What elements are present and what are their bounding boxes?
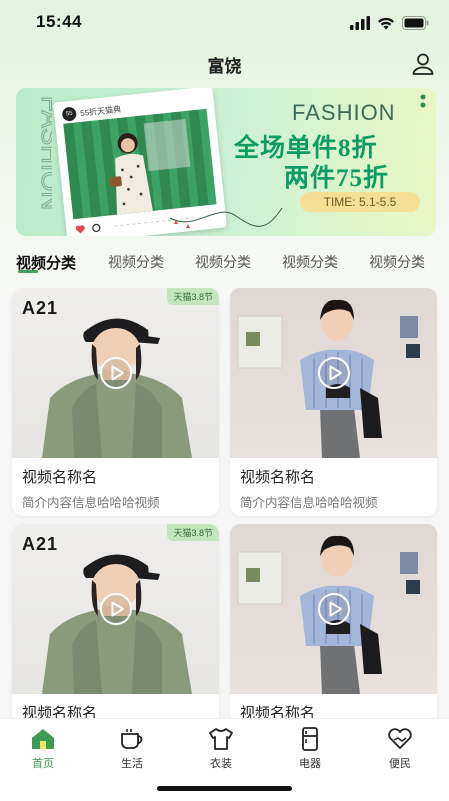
tabbar-label-home: 首页	[32, 758, 54, 770]
tabbar-item-home[interactable]: 首页	[13, 727, 73, 771]
video-thumbnail	[230, 288, 437, 458]
promo-banner[interactable]: FASHION 55 55折天猫典 FASHION 全场单件8折 两件75折 T…	[16, 88, 436, 236]
wifi-icon	[378, 17, 394, 30]
cellular-signal-icon	[350, 16, 370, 30]
tabbar-label-life: 生活	[121, 758, 143, 770]
svg-text:FASHION: FASHION	[36, 96, 52, 210]
card-description: 简介内容信息哈哈哈视频	[22, 496, 160, 510]
status-bar: 15:44	[0, 0, 449, 46]
video-card[interactable]: A21 天猫3.8节 视频名称名 简介内容信息哈哈哈视频	[12, 288, 219, 516]
user-profile-icon[interactable]	[409, 50, 437, 78]
tabbar-label-convenience: 便民	[389, 758, 411, 770]
play-icon[interactable]	[317, 356, 351, 390]
video-card[interactable]: 视频名称名 简介内容信息哈哈哈视频	[230, 288, 437, 516]
tab-video-category-3[interactable]: 视频分类	[195, 252, 251, 272]
status-icons	[350, 15, 429, 31]
heart-hands-icon	[388, 728, 412, 749]
video-thumbnail: A21 天猫3.8节	[12, 524, 219, 694]
tabbar-label-clothing: 衣装	[210, 758, 232, 770]
card-tag-badge: 天猫3.8节	[167, 288, 219, 305]
banner-fashion-heading: FASHION	[292, 100, 396, 125]
coffee-cup-icon	[121, 729, 143, 749]
play-icon[interactable]	[99, 356, 133, 390]
play-icon[interactable]	[99, 592, 133, 626]
home-indicator	[157, 786, 292, 791]
page-title: 富饶	[207, 57, 242, 76]
navigation-bar: 富饶	[0, 46, 449, 84]
banner-decorative-swirl	[169, 207, 283, 228]
video-thumbnail	[230, 524, 437, 694]
home-icon	[32, 729, 54, 749]
banner-photo-badge: 55	[61, 106, 77, 122]
tabbar-label-appliances: 电器	[299, 758, 321, 770]
tab-video-category-4[interactable]: 视频分类	[282, 252, 338, 272]
video-thumbnail: A21 天猫3.8节	[12, 288, 219, 458]
active-tab-indicator	[18, 270, 38, 273]
tab-video-category-2[interactable]: 视频分类	[108, 252, 164, 272]
tabbar-item-life[interactable]: 生活	[102, 727, 162, 771]
shirt-icon	[209, 728, 233, 750]
banner-dots-decoration	[420, 94, 426, 108]
banner-time-pill: TIME: 5.1-5.5	[300, 192, 420, 212]
battery-icon	[402, 16, 429, 30]
banner-photo-caption: 55折天猫典	[79, 104, 122, 118]
banner-promo-line-2: 两件75折	[284, 165, 390, 192]
tabbar-item-clothing[interactable]: 衣装	[191, 727, 251, 771]
card-title: 视频名称名	[22, 469, 98, 486]
card-brand-logo: A21	[22, 298, 59, 318]
card-description: 简介内容信息哈哈哈视频	[240, 496, 378, 510]
category-tabs: 视频分类 视频分类 视频分类 视频分类 视频分类	[0, 244, 449, 280]
fridge-icon	[302, 727, 318, 751]
card-brand-logo: A21	[22, 534, 59, 554]
video-card[interactable]: A21 天猫3.8节 视频名称名	[12, 524, 219, 724]
tabbar-item-appliances[interactable]: 电器	[280, 727, 340, 771]
play-icon[interactable]	[317, 592, 351, 626]
tabbar-item-convenience[interactable]: 便民	[370, 727, 430, 771]
video-card[interactable]: 视频名称名	[230, 524, 437, 724]
card-tag-badge: 天猫3.8节	[167, 524, 219, 541]
tab-video-category-5[interactable]: 视频分类	[369, 252, 425, 272]
banner-vertical-fashion-text: FASHION	[36, 96, 53, 211]
status-time: 15:44	[36, 12, 82, 31]
card-title: 视频名称名	[240, 469, 316, 486]
